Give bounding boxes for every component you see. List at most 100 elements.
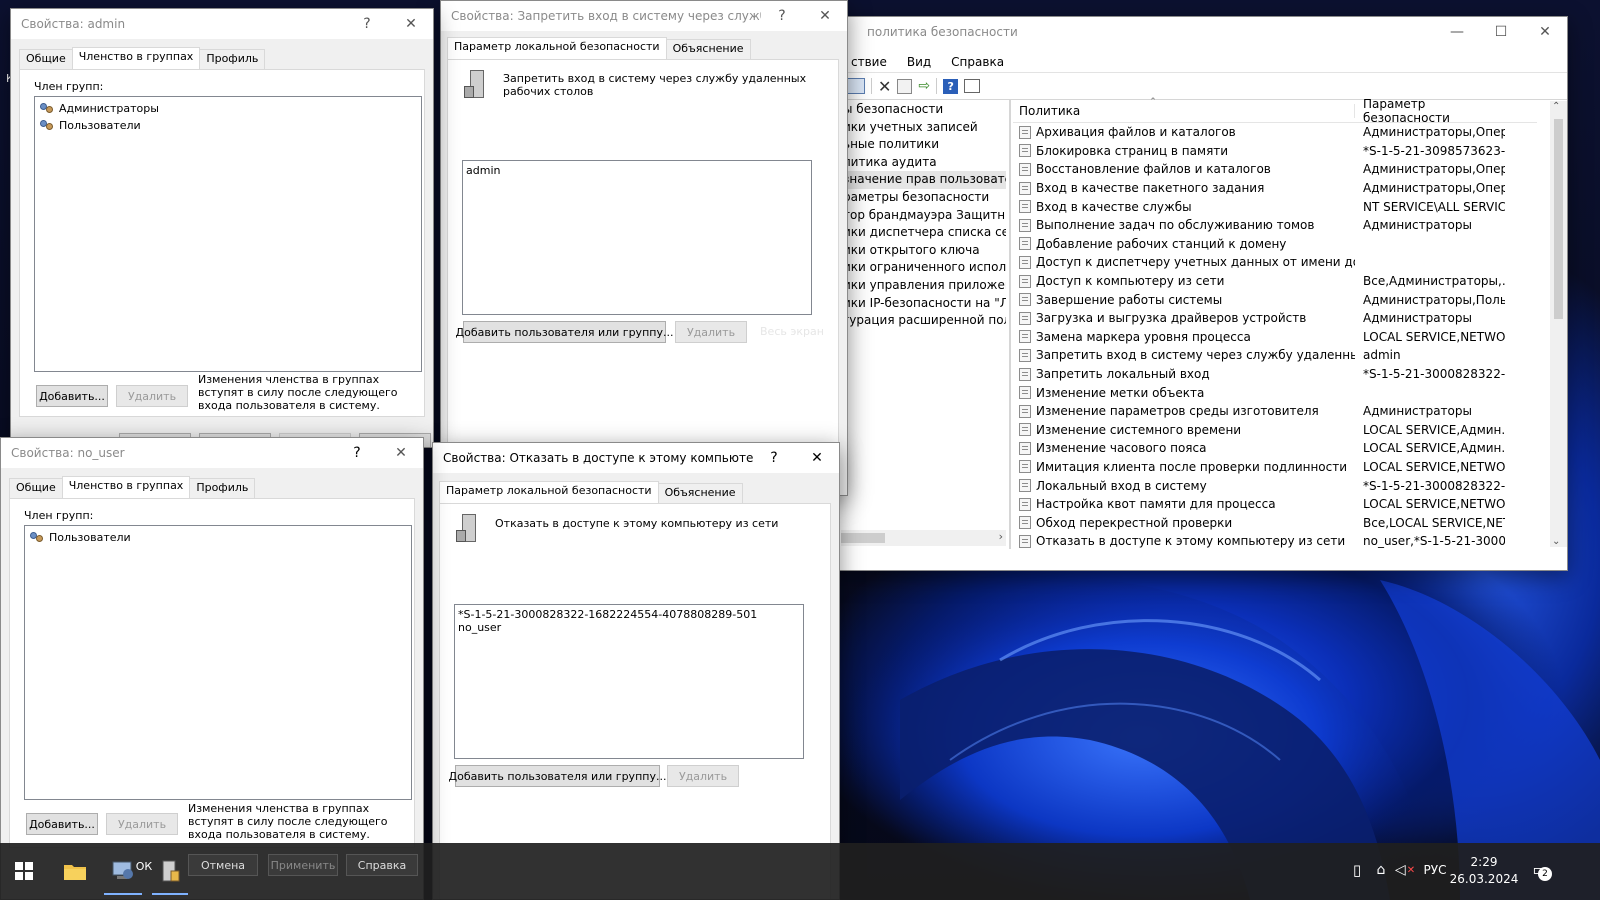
maximize-button[interactable]: ☐: [1479, 17, 1523, 47]
admin-titlebar[interactable]: Свойства: admin ? ✕: [11, 9, 433, 39]
add-user-button[interactable]: Добавить пользователя или группу...: [456, 321, 673, 343]
column-setting[interactable]: Параметр безопасности: [1355, 99, 1515, 125]
policy-row[interactable]: Обход перекрестной проверки Все,LOCAL SER…: [1013, 513, 1537, 532]
tree-item[interactable]: ики открытого ключа: [841, 242, 1006, 260]
policy-row[interactable]: Вход в качестве службы NT SERVICE\ALL SER…: [1013, 197, 1537, 216]
tree-item[interactable]: ьные политики: [841, 136, 1006, 154]
action-pane-icon[interactable]: [964, 79, 981, 93]
tree-item[interactable]: гурация расширенной полит: [841, 312, 1006, 330]
nouser-properties-dialog[interactable]: Свойства: no_user ? ✕ Общие Членство в г…: [0, 437, 424, 900]
members-list[interactable]: *S-1-5-21-3000828322-1682224554-40788082…: [454, 604, 804, 759]
taskbar-ok-button[interactable]: ОК: [130, 855, 158, 877]
policy-row[interactable]: Доступ к диспетчеру учетных данных от им…: [1013, 253, 1537, 272]
rdp-dialog-titlebar[interactable]: Свойства: Запретить вход в систему через…: [441, 1, 847, 31]
tab-local-security-setting[interactable]: Параметр локальной безопасности: [447, 37, 667, 59]
tree-item[interactable]: ики диспетчера списка сетей: [841, 224, 1006, 242]
tab-profile[interactable]: Профиль: [199, 49, 266, 69]
tree-item[interactable]: литика аудита: [841, 154, 1006, 172]
tab-member-of[interactable]: Членство в группах: [71, 47, 201, 69]
policy-row[interactable]: Настройка квот памяти для процесса LOCAL …: [1013, 495, 1537, 514]
secpol-titlebar[interactable]: политика безопасности — ☐ ✕: [781, 17, 1567, 47]
member-entry[interactable]: admin: [466, 164, 808, 177]
close-button[interactable]: ✕: [389, 9, 433, 39]
nouser-titlebar[interactable]: Свойства: no_user ? ✕: [1, 438, 423, 468]
tree-item[interactable]: раметры безопасности: [841, 189, 1006, 207]
properties-icon[interactable]: [897, 78, 913, 94]
remove-button[interactable]: Удалить: [667, 765, 739, 787]
policy-row[interactable]: Добавление рабочих станций к домену: [1013, 235, 1537, 254]
network-dialog-titlebar[interactable]: Свойства: Отказать в доступе к этому ком…: [433, 443, 839, 473]
taskbar-help-button[interactable]: Справка: [346, 854, 418, 876]
scroll-down-icon[interactable]: ⌄: [1552, 536, 1560, 547]
console-tree[interactable]: ы безопасности ики учетных записей ьные …: [841, 101, 1006, 534]
scroll-right-icon[interactable]: ›: [999, 530, 1003, 543]
network-icon[interactable]: ⌂: [1370, 857, 1392, 883]
policy-row[interactable]: Замена маркера уровня процесса LOCAL SERV…: [1013, 328, 1537, 347]
menu-view[interactable]: Вид: [897, 55, 941, 69]
admin-properties-dialog[interactable]: Свойства: admin ? ✕ Общие Членство в гру…: [10, 8, 434, 448]
close-button[interactable]: ✕: [803, 1, 847, 31]
close-button[interactable]: ✕: [795, 443, 839, 473]
clock[interactable]: 2:29 26.03.2024: [1450, 849, 1519, 893]
delete-icon[interactable]: ✕: [878, 77, 891, 96]
tree-item[interactable]: ики учетных записей: [841, 119, 1006, 137]
tab-member-of[interactable]: Членство в группах: [61, 476, 191, 498]
help-button[interactable]: ?: [345, 9, 389, 39]
member-entry[interactable]: *S-1-5-21-3000828322-1682224554-40788082…: [458, 608, 800, 621]
policy-row[interactable]: Загрузка и выгрузка драйверов устройств А…: [1013, 309, 1537, 328]
remove-button[interactable]: Удалить: [675, 321, 747, 343]
tree-item[interactable]: ики ограниченного использо: [841, 259, 1006, 277]
groups-list[interactable]: Пользователи: [24, 525, 412, 800]
network-deny-dialog[interactable]: Свойства: Отказать в доступе к этому ком…: [432, 442, 840, 900]
tab-local-security-setting[interactable]: Параметр локальной безопасности: [439, 481, 659, 503]
policy-row[interactable]: Выполнение задач по обслуживанию томов Ад…: [1013, 216, 1537, 235]
members-list[interactable]: admin: [462, 160, 812, 315]
tree-item[interactable]: тор брандмауэра Защитника W: [841, 207, 1006, 225]
add-button[interactable]: Добавить...: [36, 385, 108, 407]
policy-row[interactable]: Запретить вход в систему через службу уд…: [1013, 346, 1537, 365]
close-button[interactable]: ✕: [1523, 17, 1567, 47]
tab-explain[interactable]: Объяснение: [665, 39, 751, 59]
menu-action[interactable]: ствие: [841, 55, 897, 69]
policy-row[interactable]: Завершение работы системы Администраторы,…: [1013, 290, 1537, 309]
list-vscrollbar[interactable]: ⌃ ⌄: [1550, 101, 1567, 547]
member-entry[interactable]: no_user: [458, 621, 800, 634]
taskbar-apply-button[interactable]: Применить: [268, 854, 338, 876]
policy-row[interactable]: Изменение параметров среды изготовителя А…: [1013, 402, 1537, 421]
close-button[interactable]: ✕: [379, 438, 423, 468]
vscroll-thumb[interactable]: [1554, 119, 1563, 319]
policy-row[interactable]: Локальный вход в систему *S-1-5-21-300082…: [1013, 476, 1537, 495]
add-button[interactable]: Добавить...: [26, 813, 98, 835]
policy-row[interactable]: Имитация клиента после проверки подлинно…: [1013, 458, 1537, 477]
groups-list[interactable]: Администраторы Пользователи: [34, 96, 422, 372]
tree-hscrollbar[interactable]: ›: [841, 530, 1006, 546]
policy-row[interactable]: Отказать в доступе к этому компьютеру из…: [1013, 532, 1537, 549]
pane-splitter[interactable]: [1009, 99, 1011, 549]
tab-general[interactable]: Общие: [9, 478, 63, 498]
scroll-up-icon[interactable]: ⌃: [1552, 101, 1560, 112]
export-list-icon[interactable]: ⇨: [918, 78, 930, 94]
file-explorer-icon[interactable]: [58, 853, 92, 889]
policy-row[interactable]: Архивация файлов и каталогов Администрато…: [1013, 123, 1537, 142]
rdp-deny-dialog[interactable]: Свойства: Запретить вход в систему через…: [440, 0, 848, 496]
list-item[interactable]: Пользователи: [25, 529, 411, 546]
policy-row[interactable]: Вход в качестве пакетного задания Админис…: [1013, 179, 1537, 198]
policy-list[interactable]: Политика Параметр безопасности Архивация…: [1013, 99, 1537, 549]
taskbar-cancel-button[interactable]: Отмена: [188, 854, 258, 876]
help-button[interactable]: ?: [753, 443, 795, 473]
remove-button[interactable]: Удалить: [106, 813, 178, 835]
tab-explain[interactable]: Объяснение: [657, 483, 743, 503]
add-user-button[interactable]: Добавить пользователя или группу...: [449, 765, 666, 787]
policy-row[interactable]: Изменение системного времени LOCAL SERVIC…: [1013, 421, 1537, 440]
secpol-window[interactable]: политика безопасности — ☐ ✕ ствие Вид Сп…: [780, 16, 1568, 571]
show-hide-tree-icon[interactable]: [847, 78, 865, 94]
help-button[interactable]: ?: [761, 1, 803, 31]
tab-general[interactable]: Общие: [19, 49, 73, 69]
policy-row[interactable]: Изменение часового пояса LOCAL SERVICE,Ад…: [1013, 439, 1537, 458]
usb-device-icon[interactable]: ▯: [1346, 857, 1368, 883]
tree-item[interactable]: ики IP-безопасности на "Лока: [841, 295, 1006, 313]
help-icon[interactable]: ?: [943, 78, 959, 94]
policy-row[interactable]: Восстановление файлов и каталогов Админис…: [1013, 160, 1537, 179]
volume-muted-icon[interactable]: ◁ ✕: [1394, 857, 1416, 883]
input-language[interactable]: РУС: [1418, 857, 1452, 883]
